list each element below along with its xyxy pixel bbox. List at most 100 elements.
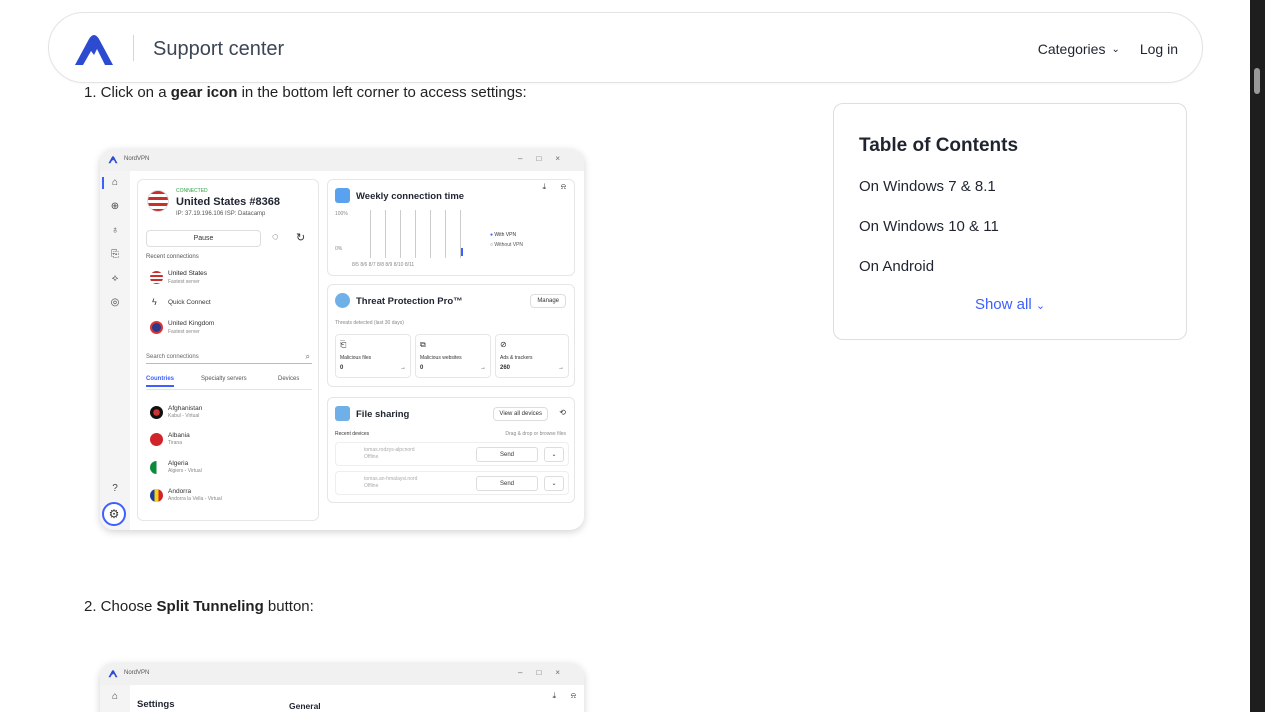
andorra-flag-icon [150, 489, 163, 502]
fs-title: File sharing [356, 409, 410, 420]
browser-icon: ⧉ [420, 340, 426, 349]
download-icon[interactable]: ⤓ [542, 182, 546, 192]
arrow-right-icon: → [400, 365, 406, 371]
country-4-sub: Andorra la Vella - Virtual [168, 496, 222, 502]
chart-icon [335, 188, 350, 203]
help-icon[interactable]: ? [109, 483, 121, 495]
search-connections-input[interactable]: Search connections ⌕ [146, 350, 312, 364]
us-flag-icon [147, 190, 169, 212]
weekly-connection-card: Weekly connection time ⤓ ⍾ 100% 0% 8/5 8… [327, 179, 575, 276]
search-icon: ⌕ [305, 352, 310, 361]
lightning-icon: ϟ [152, 297, 157, 307]
tab-specialty-servers[interactable]: Specialty servers [201, 376, 247, 382]
pause-button[interactable]: Pause [146, 230, 261, 247]
weekly-title: Weekly connection time [356, 191, 465, 202]
recent-1-sub: Fastest server [168, 279, 200, 285]
history-icon[interactable]: ⟲ [559, 408, 566, 417]
legend-without-label: Without VPN [494, 242, 524, 248]
refresh-icon[interactable]: ↻ [296, 231, 305, 244]
block-icon: ⊘ [500, 340, 507, 349]
table-of-contents: Table of Contents On Windows 7 & 8.1 On … [833, 103, 1187, 340]
window-controls[interactable]: –□× [518, 154, 574, 163]
device-row: tomas.an-hmalaysi.nord Offline Send ⌄ [335, 471, 569, 495]
file-share-icon[interactable]: ⎘ [109, 249, 121, 261]
step-2-text: 2. Choose Split Tunneling button: [84, 598, 314, 615]
window-controls[interactable]: –□× [518, 668, 574, 677]
settings-title: Settings [137, 699, 175, 710]
toc-title: Table of Contents [859, 135, 1019, 156]
tab-countries[interactable]: Countries [146, 376, 175, 387]
scrollbar[interactable] [1250, 0, 1265, 712]
gear-icon[interactable]: ⚙ [102, 502, 126, 526]
ip-info: IP: 37.19.196.106 ISP: Datacamp [176, 211, 266, 217]
categories-menu[interactable]: Categories ⌄ [1038, 41, 1120, 57]
show-all-label: Show all [974, 296, 1032, 313]
afghanistan-flag-icon [150, 406, 163, 419]
show-all-button[interactable]: Show all ⌄ [834, 296, 1186, 313]
quick-connect-button[interactable]: Quick Connect [168, 299, 211, 306]
drag-drop-hint[interactable]: Drag & drop or browse files [505, 431, 566, 437]
country-1-name[interactable]: Afghanistan [168, 405, 202, 412]
mf-value: 0 [340, 365, 344, 371]
app-title: NordVPN [124, 156, 150, 162]
server-name: United States #8368 [176, 196, 280, 208]
categories-label: Categories [1037, 41, 1106, 57]
chevron-down-icon: ⌄ [1035, 300, 1046, 312]
country-2-name[interactable]: Albania [168, 432, 190, 439]
uk-flag-icon [150, 321, 163, 334]
dark-web-icon[interactable]: ◎ [109, 297, 121, 309]
nord-logo-icon[interactable] [73, 31, 115, 67]
toc-item-windows-7-8[interactable]: On Windows 7 & 8.1 [859, 178, 996, 195]
malicious-websites-tile[interactable]: ⧉ Malicious websites 0 → [415, 334, 491, 378]
app-rail: ⌂ ⊕ ♁ ⎘ ⟡ ◎ ? ⚙ [100, 171, 130, 530]
country-4-name[interactable]: Andorra [168, 488, 191, 495]
chevron-down-icon[interactable]: ⌄ [544, 447, 564, 462]
weekly-chart [356, 210, 466, 258]
meshnet-icon[interactable]: ⟡ [109, 273, 121, 285]
home-icon[interactable]: ⌂ [109, 691, 121, 703]
recent-1-name[interactable]: United States [168, 270, 207, 277]
connection-panel: CONNECTED United States #8368 IP: 37.19.… [137, 179, 319, 521]
chart-days: 8/5 8/6 8/7 8/8 8/9 8/10 8/11 [352, 262, 415, 268]
file-sharing-card: File sharing View all devices ⟲ Recent d… [327, 397, 575, 503]
power-icon[interactable]: ◌ [272, 231, 279, 243]
bell-icon[interactable]: ⍾ [571, 691, 576, 701]
app-title: NordVPN [124, 670, 150, 676]
recent-connections-label: Recent connections [146, 254, 199, 260]
toc-item-windows-10-11[interactable]: On Windows 10 & 11 [859, 218, 999, 235]
recent-devices-label: Recent devices [335, 431, 370, 437]
step-2-pre: 2. Choose [84, 598, 157, 615]
chevron-down-icon[interactable]: ⌄ [544, 476, 564, 491]
brand-title[interactable]: Support center [153, 38, 284, 61]
step-1-text: 1. Click on a gear icon in the bottom le… [84, 84, 527, 101]
globe-icon[interactable]: ⊕ [109, 201, 121, 213]
bell-icon[interactable]: ⍾ [561, 182, 566, 192]
connection-status: CONNECTED [176, 188, 208, 194]
login-link[interactable]: Log in [1140, 41, 1178, 57]
toc-item-android[interactable]: On Android [859, 258, 934, 275]
albania-flag-icon [150, 433, 163, 446]
home-icon[interactable]: ⌂ [109, 177, 121, 189]
ads-trackers-tile[interactable]: ⊘ Ads & trackers 260 → [495, 334, 569, 378]
scrollbar-thumb[interactable] [1254, 68, 1260, 94]
manage-button[interactable]: Manage [530, 294, 566, 308]
app-rail: ⌂ [100, 685, 130, 712]
send-button[interactable]: Send [476, 447, 538, 462]
nord-app-logo-icon [108, 156, 118, 164]
view-all-devices-button[interactable]: View all devices [493, 407, 548, 421]
malicious-files-tile[interactable]: ⎗ Malicious files 0 → [335, 334, 411, 378]
step-1-pre: 1. Click on a [84, 84, 171, 101]
shield-icon[interactable]: ♁ [109, 225, 121, 237]
legend-with-label: With VPN [494, 232, 517, 238]
country-3-name[interactable]: Algeria [168, 460, 188, 467]
download-icon[interactable]: ⤓ [552, 691, 556, 701]
send-button[interactable]: Send [476, 476, 538, 491]
step-2-bold: Split Tunneling [156, 598, 264, 615]
recent-2-name[interactable]: United Kingdom [168, 320, 214, 327]
threats-label: Threats detected (last 30 days) [335, 320, 404, 326]
country-2-sub: Tirana [168, 440, 182, 446]
tab-devices[interactable]: Devices [278, 376, 299, 382]
recent-2-sub: Fastest server [168, 329, 200, 335]
file-share-badge-icon [335, 406, 350, 421]
general-title: General [289, 701, 321, 711]
